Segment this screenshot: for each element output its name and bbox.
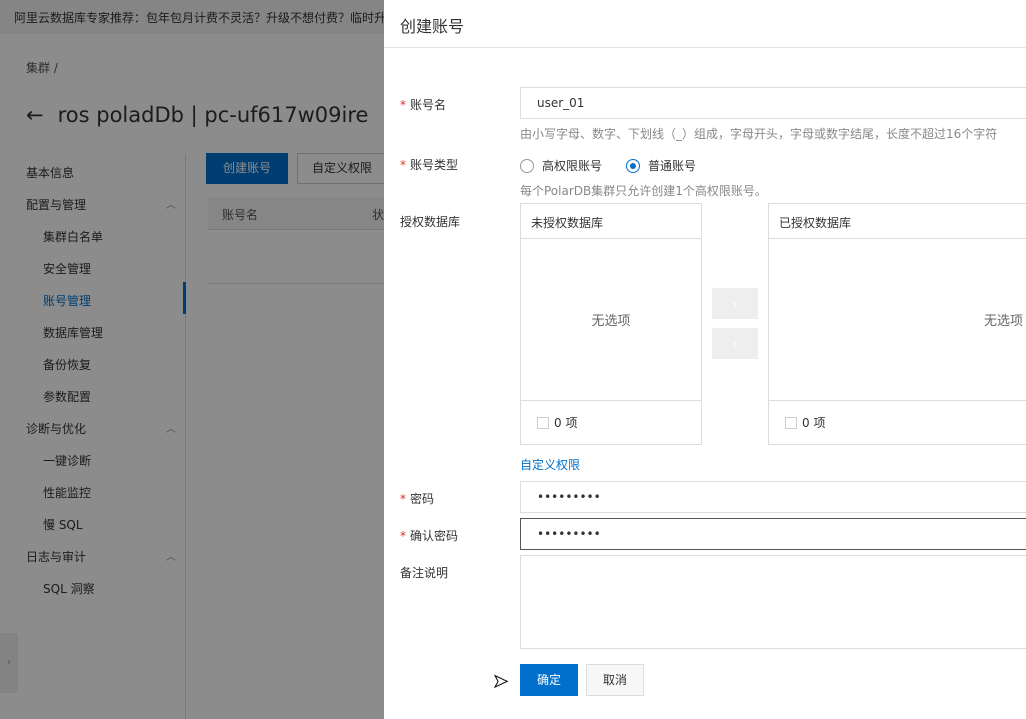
label-text: 账号类型 [410,158,459,172]
item-count: 0 项 [802,416,826,430]
select-all-checkbox[interactable] [785,416,797,429]
move-left-button[interactable]: ‹ [712,328,758,359]
item-count: 0 项 [554,416,578,430]
confirm-password-label: * 确认密码 [400,527,458,544]
password-label: * 密码 [400,490,434,507]
required-mark: * [400,98,406,112]
label-text: 确认密码 [410,529,459,543]
radio-checked-icon [626,158,640,173]
unauthorized-db-list: 未授权数据库 无选项 0 项 [520,203,702,445]
radio-label: 高权限账号 [542,159,603,173]
account-name-label: * 账号名 [400,96,446,113]
remark-label: 备注说明 [400,566,449,580]
drawer-title: 创建账号 [384,0,1026,48]
radio-label: 普通账号 [648,159,697,173]
list-title: 未授权数据库 [521,204,701,239]
empty-text: 无选项 [591,314,631,329]
cancel-button[interactable]: 取消 [586,664,644,696]
confirm-password-input[interactable]: ••••••••• [520,518,1026,550]
account-type-help: 每个PolarDB集群只允许创建1个高权限账号。 [520,184,767,198]
authorized-db-list: 已授权数据库 无选项 0 项 [768,203,1026,445]
account-name-input[interactable]: user_01 [520,87,1026,119]
radio-circle-icon [520,158,534,173]
password-input[interactable]: ••••••••• [520,481,1026,513]
radio-super-account[interactable]: 高权限账号 [520,157,602,174]
modal-mask[interactable] [0,0,384,719]
account-type-label: * 账号类型 [400,156,458,173]
confirm-button[interactable]: 确定 [520,664,578,696]
label-text: 账号名 [410,98,447,112]
select-all-checkbox[interactable] [537,416,549,429]
radio-normal-account[interactable]: 普通账号 [626,157,696,174]
create-account-drawer: 创建账号 * 账号名 user_01 由小写字母、数字、下划线（_）组成，字母开头… [384,0,1026,719]
move-right-button[interactable]: › [712,288,758,319]
list-title: 已授权数据库 [769,204,1026,239]
databases-label: 授权数据库 [400,215,461,229]
required-mark: * [400,492,406,506]
mouse-cursor-icon: ➤ [492,671,509,693]
label-text: 密码 [410,492,435,506]
list-footer: 0 项 [769,400,1026,444]
required-mark: * [400,529,406,543]
empty-text: 无选项 [983,314,1023,329]
custom-permission-link[interactable]: 自定义权限 [520,456,580,473]
remark-textarea[interactable] [520,555,1026,649]
account-name-help: 由小写字母、数字、下划线（_）组成，字母开头，字母或数字结尾，长度不超过16个字… [520,127,998,141]
required-mark: * [400,158,406,172]
list-footer: 0 项 [521,400,701,444]
